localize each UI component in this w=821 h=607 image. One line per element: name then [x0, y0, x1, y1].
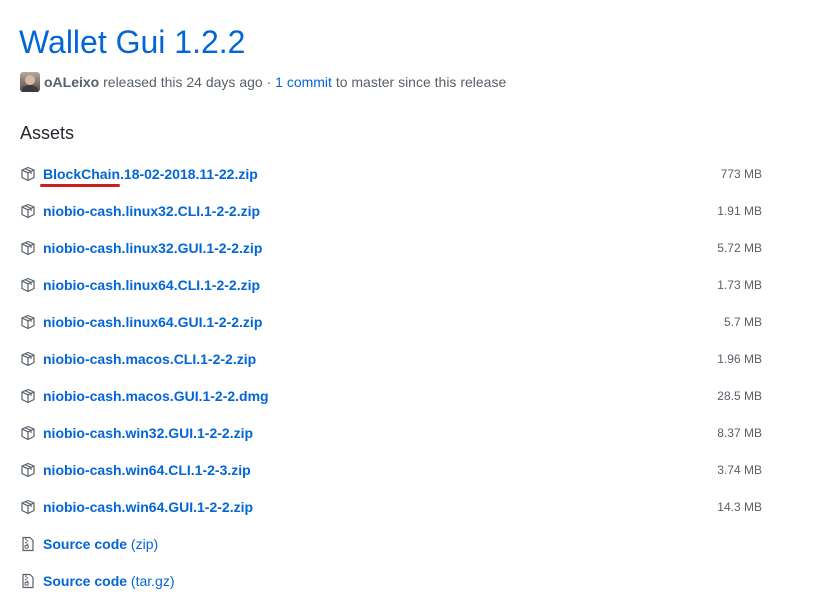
asset-size: 1.96 MB — [717, 351, 762, 366]
assets-heading: Assets — [20, 123, 75, 143]
asset-row: BlockChain.18-02-2018.11-22.zip 773 MB — [20, 155, 762, 192]
package-icon — [20, 462, 36, 478]
asset-row: niobio-cash.linux32.GUI.1-2-2.zip 5.72 M… — [20, 229, 762, 266]
asset-size: 773 MB — [720, 166, 762, 181]
package-icon — [20, 388, 36, 404]
asset-row: niobio-cash.macos.GUI.1-2-2.dmg 28.5 MB — [20, 377, 762, 414]
package-icon — [20, 166, 36, 182]
released-text: released this 24 days ago — [103, 74, 263, 90]
package-icon — [20, 499, 36, 515]
asset-size: 1.91 MB — [717, 203, 762, 218]
commits-since-link[interactable]: 1 commit — [275, 74, 332, 90]
source-code-row: Source code (tar.gz) — [20, 562, 762, 599]
annotation-underline — [40, 184, 120, 187]
asset-download-link[interactable]: niobio-cash.macos.CLI.1-2-2.zip — [43, 351, 256, 367]
source-code-format: (zip) — [130, 535, 159, 552]
source-code-label: Source code — [43, 535, 128, 552]
package-icon — [20, 314, 36, 330]
asset-download-link[interactable]: niobio-cash.linux64.GUI.1-2-2.zip — [43, 314, 262, 330]
source-code-format: (tar.gz) — [130, 572, 175, 589]
package-icon — [20, 425, 36, 441]
asset-download-link[interactable]: niobio-cash.win64.GUI.1-2-2.zip — [43, 499, 253, 515]
asset-download-link[interactable]: BlockChain.18-02-2018.11-22.zip — [43, 166, 258, 182]
asset-row: niobio-cash.linux64.CLI.1-2-2.zip 1.73 M… — [20, 266, 762, 303]
source-code-targz-link[interactable]: Source code (tar.gz) — [43, 573, 175, 589]
package-icon — [20, 351, 36, 367]
source-code-label: Source code — [43, 572, 128, 589]
asset-size: 5.7 MB — [723, 314, 762, 329]
asset-row: niobio-cash.win64.GUI.1-2-2.zip 14.3 MB — [20, 488, 762, 525]
release-title-link[interactable]: Wallet Gui 1.2.2 — [19, 20, 245, 64]
asset-download-link[interactable]: niobio-cash.linux64.CLI.1-2-2.zip — [43, 277, 260, 293]
asset-download-link[interactable]: niobio-cash.macos.GUI.1-2-2.dmg — [43, 388, 269, 404]
source-code-zip-link[interactable]: Source code (zip) — [43, 536, 158, 552]
package-icon — [20, 277, 36, 293]
asset-row: niobio-cash.macos.CLI.1-2-2.zip 1.96 MB — [20, 340, 762, 377]
asset-size: 3.74 MB — [717, 462, 762, 477]
package-icon — [20, 240, 36, 256]
file-zip-icon — [20, 536, 36, 552]
asset-row: niobio-cash.linux64.GUI.1-2-2.zip 5.7 MB — [20, 303, 762, 340]
package-icon — [20, 203, 36, 219]
asset-download-link[interactable]: niobio-cash.linux32.CLI.1-2-2.zip — [43, 203, 260, 219]
release-meta: oALeixo released this 24 days ago · 1 co… — [20, 72, 506, 92]
asset-size: 8.37 MB — [717, 425, 762, 440]
file-zip-icon — [20, 573, 36, 589]
author-link[interactable]: oALeixo — [44, 74, 99, 90]
asset-list: BlockChain.18-02-2018.11-22.zip 773 MB n… — [20, 155, 762, 599]
asset-download-link[interactable]: niobio-cash.win64.CLI.1-2-3.zip — [43, 462, 251, 478]
asset-row: niobio-cash.linux32.CLI.1-2-2.zip 1.91 M… — [20, 192, 762, 229]
asset-download-link[interactable]: niobio-cash.linux32.GUI.1-2-2.zip — [43, 240, 262, 256]
author-avatar[interactable] — [20, 72, 40, 92]
asset-size: 1.73 MB — [717, 277, 762, 292]
source-code-row: Source code (zip) — [20, 525, 762, 562]
asset-row: niobio-cash.win32.GUI.1-2-2.zip 8.37 MB — [20, 414, 762, 451]
asset-size: 5.72 MB — [717, 240, 762, 255]
commits-suffix-text: to master since this release — [335, 74, 507, 90]
asset-download-link[interactable]: niobio-cash.win32.GUI.1-2-2.zip — [43, 425, 253, 441]
asset-size: 28.5 MB — [717, 388, 762, 403]
asset-size: 14.3 MB — [717, 499, 762, 514]
asset-row: niobio-cash.win64.CLI.1-2-3.zip 3.74 MB — [20, 451, 762, 488]
